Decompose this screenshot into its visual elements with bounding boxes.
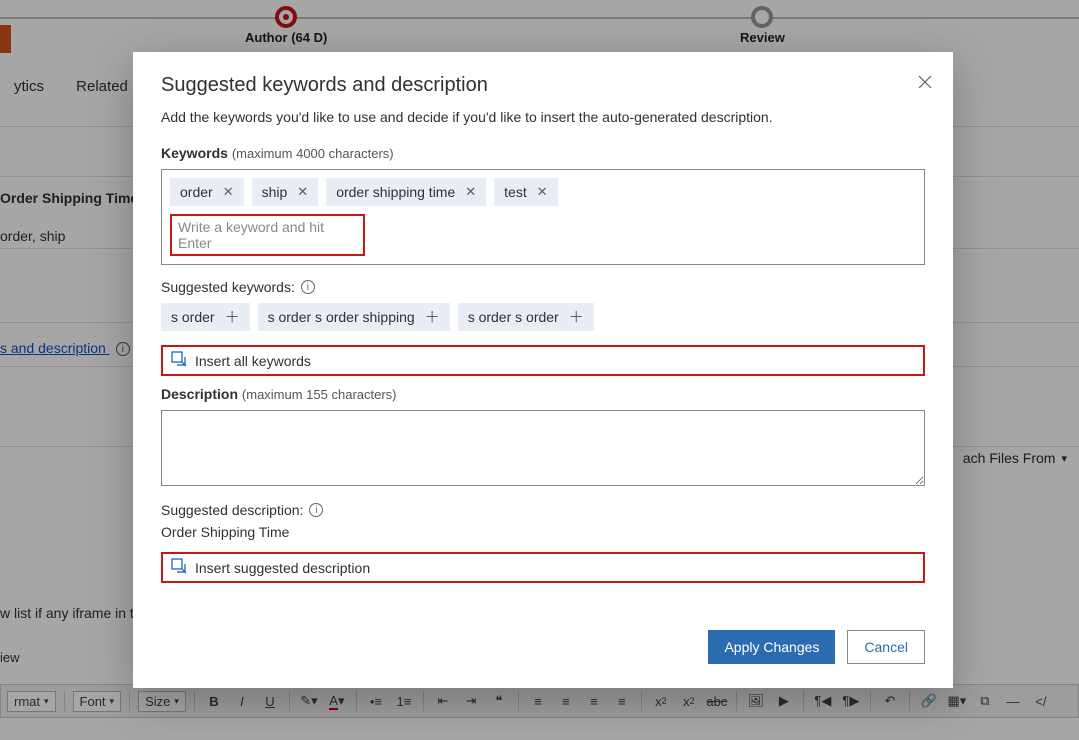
insert-icon bbox=[171, 558, 187, 577]
insert-all-keywords-button[interactable]: Insert all keywords bbox=[161, 345, 925, 376]
chip-label: ship bbox=[262, 184, 288, 200]
align-left-icon[interactable]: ≡ bbox=[527, 690, 549, 712]
suggested-keyword-chip[interactable]: s order s order shipping ＋ bbox=[258, 303, 450, 331]
keyword-chip[interactable]: test ✕ bbox=[494, 178, 557, 206]
remove-chip-icon[interactable]: ✕ bbox=[537, 184, 548, 200]
workflow-stepper: Author (64 D) Review bbox=[0, 6, 1079, 38]
info-icon: i bbox=[116, 342, 130, 356]
bg-order-title: Order Shipping Time bbox=[0, 190, 138, 206]
keyword-chip[interactable]: order ✕ bbox=[170, 178, 244, 206]
number-list-icon[interactable]: 1≡ bbox=[393, 690, 415, 712]
toolbar-size-dropdown[interactable]: Size▾ bbox=[138, 691, 186, 712]
suggested-keyword-chip[interactable]: s order ＋ bbox=[161, 303, 250, 331]
apply-changes-button[interactable]: Apply Changes bbox=[708, 630, 835, 664]
remove-chip-icon[interactable]: ✕ bbox=[465, 184, 476, 200]
suggested-keywords-modal: Suggested keywords and description Add t… bbox=[133, 52, 953, 688]
accent-tab bbox=[0, 25, 11, 53]
code-icon[interactable]: </ bbox=[1030, 690, 1052, 712]
keywords-input-area[interactable]: order ✕ ship ✕ order shipping time ✕ test ✕ Wri… bbox=[161, 169, 925, 265]
close-icon[interactable] bbox=[917, 74, 933, 90]
step-dot-active bbox=[275, 6, 297, 28]
bg-view-text: iew bbox=[0, 650, 20, 665]
bg-keywords-value: order, ship bbox=[0, 228, 65, 244]
subscript-icon[interactable]: x2 bbox=[678, 690, 700, 712]
nav-analytics[interactable]: ytics bbox=[14, 78, 44, 95]
add-chip-icon[interactable]: ＋ bbox=[425, 310, 440, 325]
remove-chip-icon[interactable]: ✕ bbox=[223, 184, 234, 200]
chip-label: s order bbox=[171, 309, 215, 325]
keyword-entry-input[interactable]: Write a keyword and hit Enter bbox=[170, 214, 365, 256]
ltr-icon[interactable]: ¶◀ bbox=[812, 690, 834, 712]
align-justify-icon[interactable]: ≡ bbox=[611, 690, 633, 712]
chip-label: s order s order shipping bbox=[268, 309, 415, 325]
bullet-list-icon[interactable]: •≡ bbox=[365, 690, 387, 712]
nav-related[interactable]: Related bbox=[76, 78, 128, 95]
underline-icon[interactable]: U bbox=[259, 690, 281, 712]
bg-allow-list-text: w list if any iframe in t bbox=[0, 605, 134, 621]
keywords-label: Keywords (maximum 4000 characters) bbox=[161, 145, 925, 161]
add-chip-icon[interactable]: ＋ bbox=[569, 310, 584, 325]
hr-icon[interactable]: — bbox=[1002, 690, 1024, 712]
modal-subtitle: Add the keywords you'd like to use and d… bbox=[161, 109, 925, 125]
insert-suggested-description-button[interactable]: Insert suggested description bbox=[161, 552, 925, 583]
align-center-icon[interactable]: ≡ bbox=[555, 690, 577, 712]
keyword-chip[interactable]: ship ✕ bbox=[252, 178, 319, 206]
font-color-icon[interactable]: A▾ bbox=[326, 690, 348, 712]
step-author-label: Author (64 D) bbox=[245, 30, 327, 45]
remove-chip-icon[interactable]: ✕ bbox=[297, 184, 308, 200]
image-icon[interactable]: 🖼 bbox=[745, 690, 767, 712]
rtl-icon[interactable]: ¶▶ bbox=[840, 690, 862, 712]
editor-toolbar: rmat▾ Font▾ Size▾ B I U ✎▾ A▾ •≡ 1≡ ⇤ ⇥ … bbox=[0, 684, 1079, 718]
keyword-chip[interactable]: order shipping time ✕ bbox=[326, 178, 486, 206]
info-icon[interactable]: i bbox=[309, 503, 323, 517]
toolbar-format-dropdown[interactable]: rmat▾ bbox=[7, 691, 56, 712]
undo-icon[interactable]: ↶ bbox=[879, 690, 901, 712]
chip-label: test bbox=[504, 184, 527, 200]
chip-label: s order s order bbox=[468, 309, 559, 325]
outdent-icon[interactable]: ⇤ bbox=[432, 690, 454, 712]
description-label: Description (maximum 155 characters) bbox=[161, 386, 925, 402]
add-chip-icon[interactable]: ＋ bbox=[225, 310, 240, 325]
chip-label: order bbox=[180, 184, 213, 200]
quote-icon[interactable]: ❝ bbox=[488, 690, 510, 712]
suggested-keyword-chip[interactable]: s order s order ＋ bbox=[458, 303, 594, 331]
chip-label: order shipping time bbox=[336, 184, 455, 200]
video-icon[interactable]: ▶ bbox=[773, 690, 795, 712]
link-icon[interactable]: 🔗 bbox=[918, 690, 940, 712]
step-review: Review bbox=[740, 6, 785, 45]
align-right-icon[interactable]: ≡ bbox=[583, 690, 605, 712]
suggested-keywords-list: s order＋s order s order shipping＋s order… bbox=[161, 303, 925, 331]
keyword-chip-list: order ✕ ship ✕ order shipping time ✕ test ✕ bbox=[170, 178, 916, 206]
modal-footer: Apply Changes Cancel bbox=[161, 630, 925, 664]
strikethrough-icon[interactable]: abc bbox=[706, 690, 728, 712]
info-icon[interactable]: i bbox=[301, 280, 315, 294]
indent-icon[interactable]: ⇥ bbox=[460, 690, 482, 712]
bg-suggested-link[interactable]: s and description i bbox=[0, 340, 130, 356]
description-textarea[interactable] bbox=[161, 410, 925, 486]
highlight-icon[interactable]: ✎▾ bbox=[298, 690, 320, 712]
embed-icon[interactable]: ⧉ bbox=[974, 690, 996, 712]
insert-suggested-description-label: Insert suggested description bbox=[195, 560, 370, 576]
attach-files-from[interactable]: ach Files From ▾ bbox=[963, 450, 1067, 466]
step-author: Author (64 D) bbox=[245, 6, 327, 45]
page-nav: ytics Related bbox=[0, 78, 142, 95]
chevron-down-icon: ▾ bbox=[1061, 452, 1067, 465]
bold-icon[interactable]: B bbox=[203, 690, 225, 712]
step-review-label: Review bbox=[740, 30, 785, 45]
cancel-button[interactable]: Cancel bbox=[847, 630, 925, 664]
step-dot-inactive bbox=[751, 6, 773, 28]
suggested-description-value: Order Shipping Time bbox=[161, 524, 925, 540]
superscript-icon[interactable]: x2 bbox=[650, 690, 672, 712]
table-icon[interactable]: ▦▾ bbox=[946, 690, 968, 712]
insert-all-keywords-label: Insert all keywords bbox=[195, 353, 311, 369]
italic-icon[interactable]: I bbox=[231, 690, 253, 712]
toolbar-font-dropdown[interactable]: Font▾ bbox=[73, 691, 122, 712]
suggested-keywords-label: Suggested keywords: i bbox=[161, 279, 925, 295]
insert-icon bbox=[171, 351, 187, 370]
modal-title: Suggested keywords and description bbox=[161, 74, 925, 97]
suggested-description-label: Suggested description: i bbox=[161, 502, 925, 518]
